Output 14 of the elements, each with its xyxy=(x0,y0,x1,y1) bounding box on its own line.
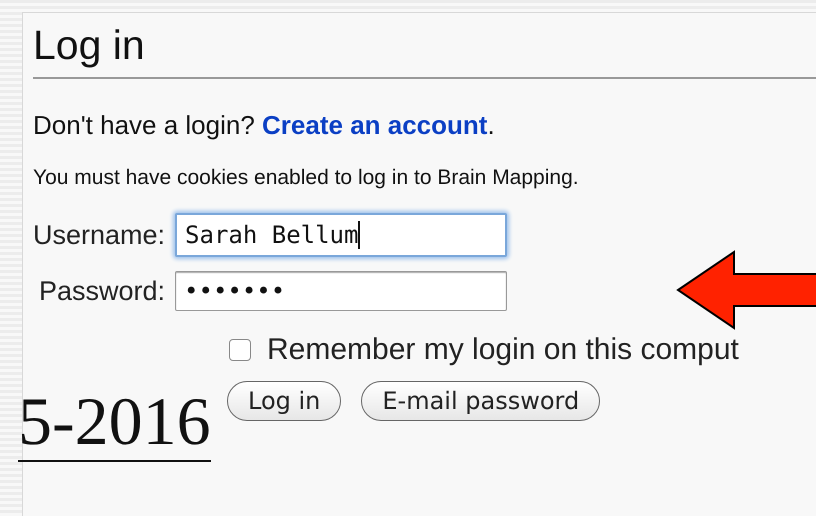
input-field[interactable]: Sarah Bellum xyxy=(175,213,508,257)
signup-prompt: Don't have a login? Create an account. xyxy=(33,109,496,141)
field-label: Username: xyxy=(33,220,166,250)
input-field[interactable]: ••••••• xyxy=(175,271,508,311)
field-label: Password: xyxy=(38,276,166,306)
form-button[interactable]: E-mail password xyxy=(361,381,600,421)
arrow-icon xyxy=(676,250,816,330)
cookie-notice: You must have cookies enabled to log in to Brain Mapping. xyxy=(33,165,580,191)
create-account-link[interactable]: Create an account xyxy=(262,110,488,140)
checkbox[interactable] xyxy=(229,339,251,361)
page-title: Log in xyxy=(33,19,816,79)
form-button[interactable]: Log in xyxy=(227,381,342,421)
slide-date: 5-2016 xyxy=(18,382,211,462)
checkbox-label: Remember my login on this comput xyxy=(267,333,739,367)
